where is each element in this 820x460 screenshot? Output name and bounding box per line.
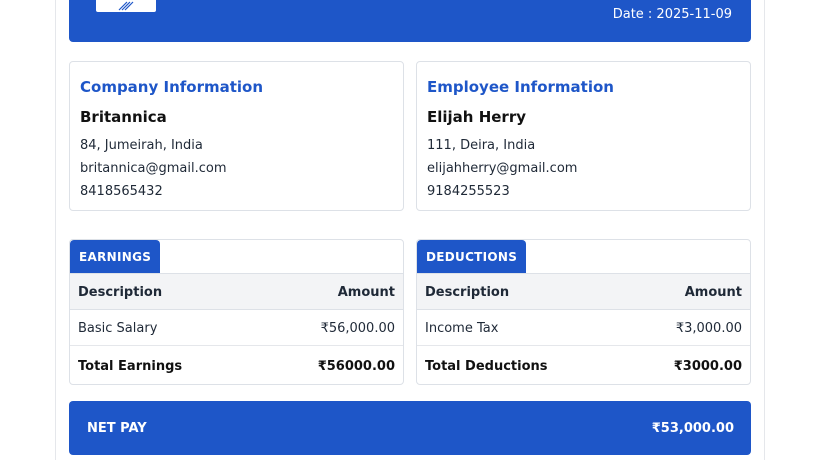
employee-address: 111, Deira, India <box>427 138 536 153</box>
employee-name: Elijah Herry <box>427 108 526 126</box>
employee-email: elijahherry@gmail.com <box>427 161 578 176</box>
company-address: 84, Jumeirah, India <box>80 138 203 153</box>
deductions-row: Income Tax ₹3,000.00 <box>417 310 750 346</box>
company-name: Britannica <box>80 108 167 126</box>
earnings-total-amount: ₹56000.00 <box>317 359 395 374</box>
payslip-date: Date : 2025-11-09 <box>612 7 732 22</box>
employee-info-title: Employee Information <box>427 78 614 96</box>
earnings-total-row: Total Earnings ₹56000.00 <box>70 346 403 384</box>
company-logo-icon <box>118 1 134 11</box>
deductions-total-row: Total Deductions ₹3000.00 <box>417 346 750 384</box>
deductions-row-amount: ₹3,000.00 <box>675 321 742 336</box>
company-phone: 8418565432 <box>80 184 163 199</box>
deductions-total-label: Total Deductions <box>425 359 548 374</box>
net-pay-amount: ₹53,000.00 <box>651 421 734 436</box>
company-info-card: Company Information Britannica 84, Jumei… <box>69 61 404 211</box>
net-pay-label: NET PAY <box>87 421 147 436</box>
employee-phone: 9184255523 <box>427 184 510 199</box>
company-email: britannica@gmail.com <box>80 161 227 176</box>
deductions-col-description: Description <box>425 285 510 300</box>
employee-info-card: Employee Information Elijah Herry 111, D… <box>416 61 751 211</box>
earnings-row-amount: ₹56,000.00 <box>320 321 395 336</box>
deductions-row-description: Income Tax <box>425 321 499 336</box>
earnings-row-description: Basic Salary <box>78 321 158 336</box>
deductions-table: DEDUCTIONS Description Amount Income Tax… <box>416 239 751 385</box>
earnings-row: Basic Salary ₹56,000.00 <box>70 310 403 346</box>
net-pay-bar: NET PAY ₹53,000.00 <box>69 401 751 455</box>
earnings-col-amount: Amount <box>337 285 395 300</box>
deductions-header-row: Description Amount <box>417 273 750 310</box>
earnings-col-description: Description <box>78 285 163 300</box>
header-banner: Date : 2025-11-09 <box>69 0 751 42</box>
earnings-table: EARNINGS Description Amount Basic Salary… <box>69 239 404 385</box>
company-info-title: Company Information <box>80 78 264 96</box>
company-logo <box>96 0 156 12</box>
earnings-tab-label: EARNINGS <box>70 240 161 273</box>
deductions-total-amount: ₹3000.00 <box>673 359 742 374</box>
earnings-total-label: Total Earnings <box>78 359 183 374</box>
deductions-col-amount: Amount <box>684 285 742 300</box>
earnings-header-row: Description Amount <box>70 273 403 310</box>
deductions-tab-label: DEDUCTIONS <box>417 240 527 273</box>
